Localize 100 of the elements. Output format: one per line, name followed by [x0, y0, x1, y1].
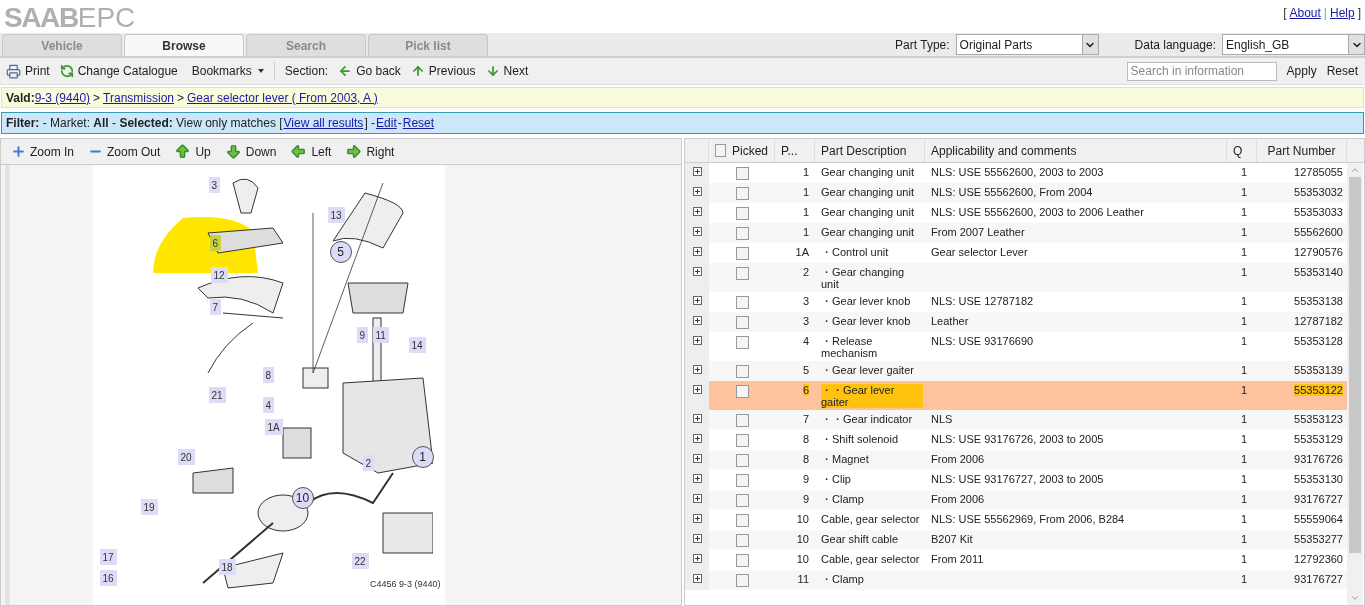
expand-icon[interactable]	[692, 574, 702, 583]
apply-button[interactable]: Apply	[1286, 62, 1317, 80]
table-row[interactable]: 6 ・・Gear lever gaiter 1 55353122	[685, 381, 1347, 410]
column-header[interactable]: P...	[775, 139, 815, 162]
dropdown[interactable]: English_GB	[1222, 34, 1365, 55]
diagram-tool-button[interactable]: Up	[174, 142, 211, 161]
checkbox[interactable]	[715, 144, 726, 157]
expand-icon[interactable]	[692, 514, 702, 523]
checkbox[interactable]	[735, 554, 749, 567]
callout-label[interactable]: 16	[99, 570, 117, 586]
callout-label[interactable]: 13	[327, 207, 345, 223]
checkbox[interactable]	[735, 414, 749, 427]
filter-link[interactable]: View all results	[283, 114, 364, 132]
checkbox[interactable]	[735, 385, 749, 398]
expand-icon[interactable]	[692, 474, 702, 483]
checkbox[interactable]	[735, 534, 749, 547]
breadcrumb-link[interactable]: Transmission	[103, 88, 174, 107]
column-header[interactable]: Picked	[709, 139, 775, 162]
callout-label[interactable]: 17	[99, 549, 117, 565]
tab[interactable]: Browse	[124, 34, 244, 56]
reset-button[interactable]: Reset	[1326, 62, 1358, 80]
expand-icon[interactable]	[692, 434, 702, 443]
change-catalogue-button[interactable]: Change Catalogue	[59, 62, 178, 80]
expand-icon[interactable]	[692, 385, 702, 394]
callout-label[interactable]: 9	[356, 327, 369, 343]
expand-icon[interactable]	[692, 167, 702, 176]
expand-icon[interactable]	[692, 207, 702, 216]
callout-label[interactable]: 18	[218, 559, 236, 575]
expand-icon[interactable]	[692, 267, 702, 276]
print-button[interactable]: Print	[6, 62, 50, 80]
callout-label[interactable]: 22	[351, 553, 369, 569]
previous-button[interactable]: Previous	[410, 62, 476, 80]
checkbox[interactable]	[735, 514, 749, 527]
callout-label[interactable]: 19	[140, 499, 158, 515]
checkbox[interactable]	[735, 267, 749, 280]
expand-icon[interactable]	[692, 454, 702, 463]
callout-label[interactable]: 1A	[264, 419, 283, 435]
expand-icon[interactable]	[692, 554, 702, 563]
bookmarks-button[interactable]: Bookmarks	[191, 62, 264, 80]
scroll-down-icon[interactable]	[1350, 593, 1360, 603]
callout-label[interactable]: 8	[262, 367, 275, 383]
checkbox[interactable]	[735, 296, 749, 309]
diagram-tool-button[interactable]: Right	[345, 142, 395, 161]
breadcrumb-link[interactable]: Gear selector lever ( From 2003, A )	[187, 88, 378, 107]
expand-icon[interactable]	[692, 534, 702, 543]
expand-icon[interactable]	[692, 336, 702, 345]
table-row[interactable]: 11 ・Clamp 1 93176727	[685, 570, 1347, 590]
checkbox[interactable]	[735, 167, 749, 180]
checkbox[interactable]	[735, 207, 749, 220]
checkbox[interactable]	[735, 434, 749, 447]
diagram-tool-button[interactable]: Zoom Out	[88, 142, 161, 161]
callout-label[interactable]: 12	[210, 267, 228, 283]
callout-label[interactable]: 4	[262, 397, 275, 413]
filter-link[interactable]: Reset	[402, 114, 435, 132]
table-row[interactable]: 1 Gear changing unit From 2007 Leather 1 55562600	[685, 223, 1347, 243]
filter-link[interactable]: Edit	[376, 114, 397, 132]
checkbox[interactable]	[735, 494, 749, 507]
search-field[interactable]: Search in information	[1126, 61, 1277, 81]
table-row[interactable]: 3 ・Gear lever knob Leather 1 12787182	[685, 312, 1347, 332]
callout-label[interactable]: 14	[408, 337, 426, 353]
callout-label[interactable]: 21	[208, 387, 226, 403]
go-back-button[interactable]: Go back	[338, 62, 401, 80]
checkbox[interactable]	[735, 227, 749, 240]
callout-label[interactable]: 20	[177, 449, 195, 465]
table-row[interactable]: 1 Gear changing unit NLS: USE 55562600, From 2004 1 55353032	[685, 183, 1347, 203]
diagram-tool-button[interactable]: Left	[290, 142, 332, 161]
checkbox[interactable]	[735, 365, 749, 378]
expand-icon[interactable]	[692, 296, 702, 305]
expand-icon[interactable]	[692, 316, 702, 325]
breadcrumb-link[interactable]: 9-3 (9440)	[34, 88, 91, 107]
callout-label[interactable]: 3	[208, 177, 221, 193]
table-row[interactable]: 5 ・Gear lever gaiter 1 55353139	[685, 361, 1347, 381]
header-link[interactable]: About	[1289, 4, 1321, 22]
expand-icon[interactable]	[692, 227, 702, 236]
checkbox[interactable]	[735, 316, 749, 329]
next-button[interactable]: Next	[485, 62, 529, 80]
scrollbar[interactable]	[1347, 163, 1363, 605]
header-link[interactable]: Help	[1329, 4, 1355, 22]
expand-icon[interactable]	[692, 414, 702, 423]
checkbox[interactable]	[735, 187, 749, 200]
checkbox[interactable]	[735, 454, 749, 467]
expand-icon[interactable]	[692, 494, 702, 503]
checkbox[interactable]	[735, 574, 749, 587]
diagram-tool-button[interactable]: Zoom In	[11, 142, 74, 161]
column-header[interactable]: Part Number	[1257, 139, 1347, 162]
checkbox[interactable]	[735, 247, 749, 260]
column-header[interactable]: Applicability and comments	[925, 139, 1227, 162]
column-header[interactable]: Part Description	[815, 139, 925, 162]
table-row[interactable]: 9 ・Clamp From 2006 1 93176727	[685, 490, 1347, 510]
scroll-up-icon[interactable]	[1350, 165, 1360, 175]
table-row[interactable]: 8 ・Magnet From 2006 1 93176726	[685, 450, 1347, 470]
column-header[interactable]: Q	[1227, 139, 1257, 162]
table-row[interactable]: 2 ・Gear changing unit 1 55353140	[685, 263, 1347, 292]
callout-label[interactable]: 7	[209, 299, 222, 315]
checkbox[interactable]	[735, 474, 749, 487]
table-row[interactable]: 7 ・・Gear indicator NLS 1 55353123	[685, 410, 1347, 430]
expand-icon[interactable]	[692, 247, 702, 256]
table-row[interactable]: 10 Gear shift cable B207 Kit 1 55353277	[685, 530, 1347, 550]
dropdown[interactable]: Original Parts	[955, 34, 1099, 55]
callout-label[interactable]: 10	[291, 487, 314, 509]
